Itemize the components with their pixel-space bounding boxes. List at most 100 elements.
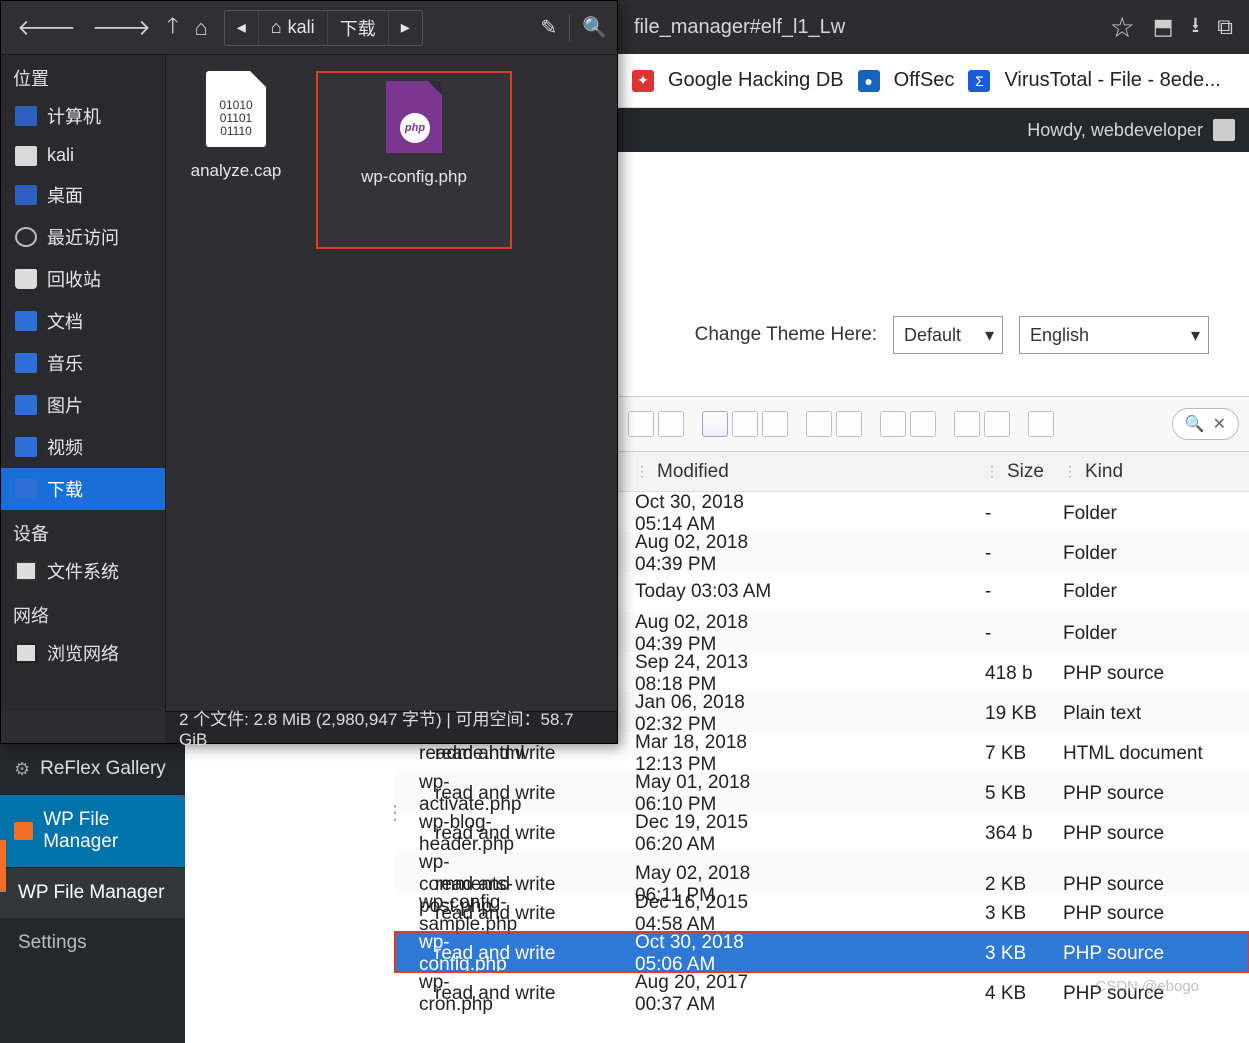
fm-sidebar: 位置 计算机kali桌面最近访问回收站文档音乐图片视频下载 设备 文件系统 网络… (1, 55, 165, 711)
ico-net-icon (15, 643, 37, 663)
ico-folder-icon (15, 146, 37, 166)
ico-dl-icon (15, 479, 37, 499)
sidebar-item[interactable]: 计算机 (1, 95, 165, 137)
kali-file-manager-window: 🡐 🡒 🡑 ⌂ ◂ ⌂kali 下载 ▸ ✎ 🔍 位置 计算机kali桌面最近访… (0, 0, 618, 744)
ico-fs-icon (15, 561, 37, 581)
sidebar-subitem-wpfm[interactable]: WP File Manager (0, 868, 185, 918)
view-list-btn[interactable] (732, 411, 758, 437)
theme-selector-row: Change Theme Here: Default English (618, 305, 1249, 365)
bookmark-star-icon[interactable]: ☆ (1110, 11, 1135, 44)
gear-icon: ⚙ (14, 759, 30, 780)
avatar-icon[interactable] (1213, 119, 1235, 141)
sidebar-item-wpfm[interactable]: WP File Manager (0, 795, 185, 868)
file-name: wp-config.php (338, 167, 490, 187)
language-select[interactable]: English (1019, 316, 1209, 354)
ico-pc-icon (15, 106, 37, 126)
column-grip-icon[interactable]: ⋮ (635, 463, 649, 480)
preview-btn[interactable] (806, 411, 832, 437)
column-grip-icon[interactable]: ⋮ (985, 463, 999, 480)
breadcrumb-root[interactable]: ⌂kali (258, 11, 327, 45)
sidebar-item-reflex[interactable]: ⚙ ReFlex Gallery (0, 744, 185, 795)
breadcrumb-next-icon[interactable]: ▸ (388, 11, 422, 45)
devices-header: 设备 (1, 510, 165, 550)
folder-icon (14, 822, 33, 840)
bookmark-virustotal[interactable]: VirusTotal - File - 8ede... (1004, 69, 1220, 92)
sidebar-item[interactable]: 回收站 (1, 258, 165, 300)
sidebar-item[interactable]: 视频 (1, 426, 165, 468)
ghdb-icon: ✦ (632, 70, 654, 92)
howdy-text[interactable]: Howdy, webdeveloper (1027, 120, 1203, 141)
network-header: 网络 (1, 592, 165, 632)
table-row[interactable]: wp-comments-post.php read and write May … (395, 852, 1249, 892)
select-btn[interactable] (984, 411, 1010, 437)
pocket-icon[interactable]: ⬒ (1153, 14, 1174, 40)
ico-doc-icon (15, 311, 37, 331)
col-size[interactable]: Size (1007, 461, 1044, 483)
back-icon[interactable]: 🡐 (11, 11, 82, 45)
file-tile[interactable]: 010100110101110 analyze.cap (176, 71, 296, 181)
sidebar-item[interactable]: 下载 (1, 468, 165, 510)
virustotal-icon: Σ (968, 70, 990, 92)
table-row[interactable]: wp-config-sample.php read and write Dec … (395, 892, 1249, 932)
up-icon[interactable]: 🡑 (161, 5, 184, 51)
php-file-icon: php (386, 81, 442, 153)
table-row[interactable]: wp-cron.php read and write Aug 20, 2017 … (395, 972, 1249, 1012)
elfinder-search[interactable]: 🔍 ✕ (1172, 408, 1239, 440)
breadcrumb: ◂ ⌂kali 下载 ▸ (224, 10, 423, 46)
sort-btn[interactable] (880, 411, 906, 437)
change-theme-label: Change Theme Here: (695, 324, 877, 346)
fm-status-bar: 2 个文件: 2.8 MiB (2,980,947 字节) | 可用空间：58.… (165, 711, 617, 743)
ico-img-icon (15, 395, 37, 415)
clear-search-icon[interactable]: ✕ (1213, 414, 1226, 434)
sidebar-item[interactable]: 最近访问 (1, 216, 165, 258)
sidebar-item[interactable]: 文档 (1, 300, 165, 342)
toolbar-btn[interactable] (628, 411, 654, 437)
col-modified[interactable]: Modified (657, 461, 729, 483)
breadcrumb-prev-icon[interactable]: ◂ (225, 11, 258, 45)
select-btn[interactable] (954, 411, 980, 437)
fm-content-area[interactable]: 010100110101110 analyze.cap php wp-confi… (165, 55, 617, 711)
wp-admin-bar: Howdy, webdeveloper (618, 108, 1249, 152)
table-row[interactable]: wp-activate.php read and write May 01, 2… (395, 772, 1249, 812)
ico-vid-icon (15, 437, 37, 457)
sidebar-item[interactable]: 文件系统 (1, 550, 165, 592)
offsec-icon: ● (858, 70, 880, 92)
table-row[interactable]: wp-config.php read and write Oct 30, 201… (395, 932, 1249, 972)
col-kind[interactable]: Kind (1085, 461, 1123, 483)
table-row[interactable]: wp-blog-header.php read and write Dec 19… (395, 812, 1249, 852)
home-icon: ⌂ (271, 17, 282, 38)
ico-music-icon (15, 353, 37, 373)
sidebar-item[interactable]: 音乐 (1, 342, 165, 384)
bookmark-ghdb[interactable]: Google Hacking DB (668, 69, 844, 92)
wp-admin-sidebar: ⚙ ReFlex Gallery WP File Manager WP File… (0, 744, 185, 1043)
sidebar-subitem-settings[interactable]: Settings (0, 918, 185, 968)
forward-icon[interactable]: 🡒 (86, 11, 157, 45)
extension-icon[interactable]: ⧉ (1217, 14, 1233, 40)
search-icon: 🔍 (1185, 414, 1205, 434)
home-icon[interactable]: ⌂ (188, 11, 213, 45)
toolbar-btn[interactable] (658, 411, 684, 437)
file-tile-selected[interactable]: php wp-config.php (316, 71, 512, 249)
column-grip-icon[interactable]: ⋮ (1063, 463, 1077, 480)
download-icon[interactable]: ⭳ (1192, 8, 1200, 46)
info-btn[interactable] (836, 411, 862, 437)
panel-resizer-icon[interactable]: ⋮ (385, 800, 397, 830)
elfinder-toolbar: 🔍 ✕ (618, 396, 1249, 452)
fullscreen-btn[interactable] (1028, 411, 1054, 437)
edit-path-icon[interactable]: ✎ (540, 15, 557, 40)
sidebar-item[interactable]: kali (1, 137, 165, 174)
sidebar-item[interactable]: 桌面 (1, 174, 165, 216)
view-icons-btn[interactable] (702, 411, 728, 437)
sidebar-item[interactable]: 图片 (1, 384, 165, 426)
bookmarks-bar: ✦ Google Hacking DB ● OffSec Σ VirusTota… (618, 54, 1249, 108)
cap-file-icon: 010100110101110 (206, 71, 266, 147)
sort-btn[interactable] (910, 411, 936, 437)
theme-select[interactable]: Default (893, 316, 1003, 354)
url-fragment: file_manager#elf_l1_Lw (634, 16, 845, 39)
sidebar-item[interactable]: 浏览网络 (1, 632, 165, 674)
bookmark-offsec[interactable]: OffSec (894, 69, 955, 92)
view-columns-btn[interactable] (762, 411, 788, 437)
search-icon[interactable]: 🔍 (582, 15, 607, 40)
breadcrumb-current[interactable]: 下载 (327, 11, 388, 45)
browser-top-bar: file_manager#elf_l1_Lw ☆ ⬒ ⭳ ⧉ (618, 0, 1249, 54)
